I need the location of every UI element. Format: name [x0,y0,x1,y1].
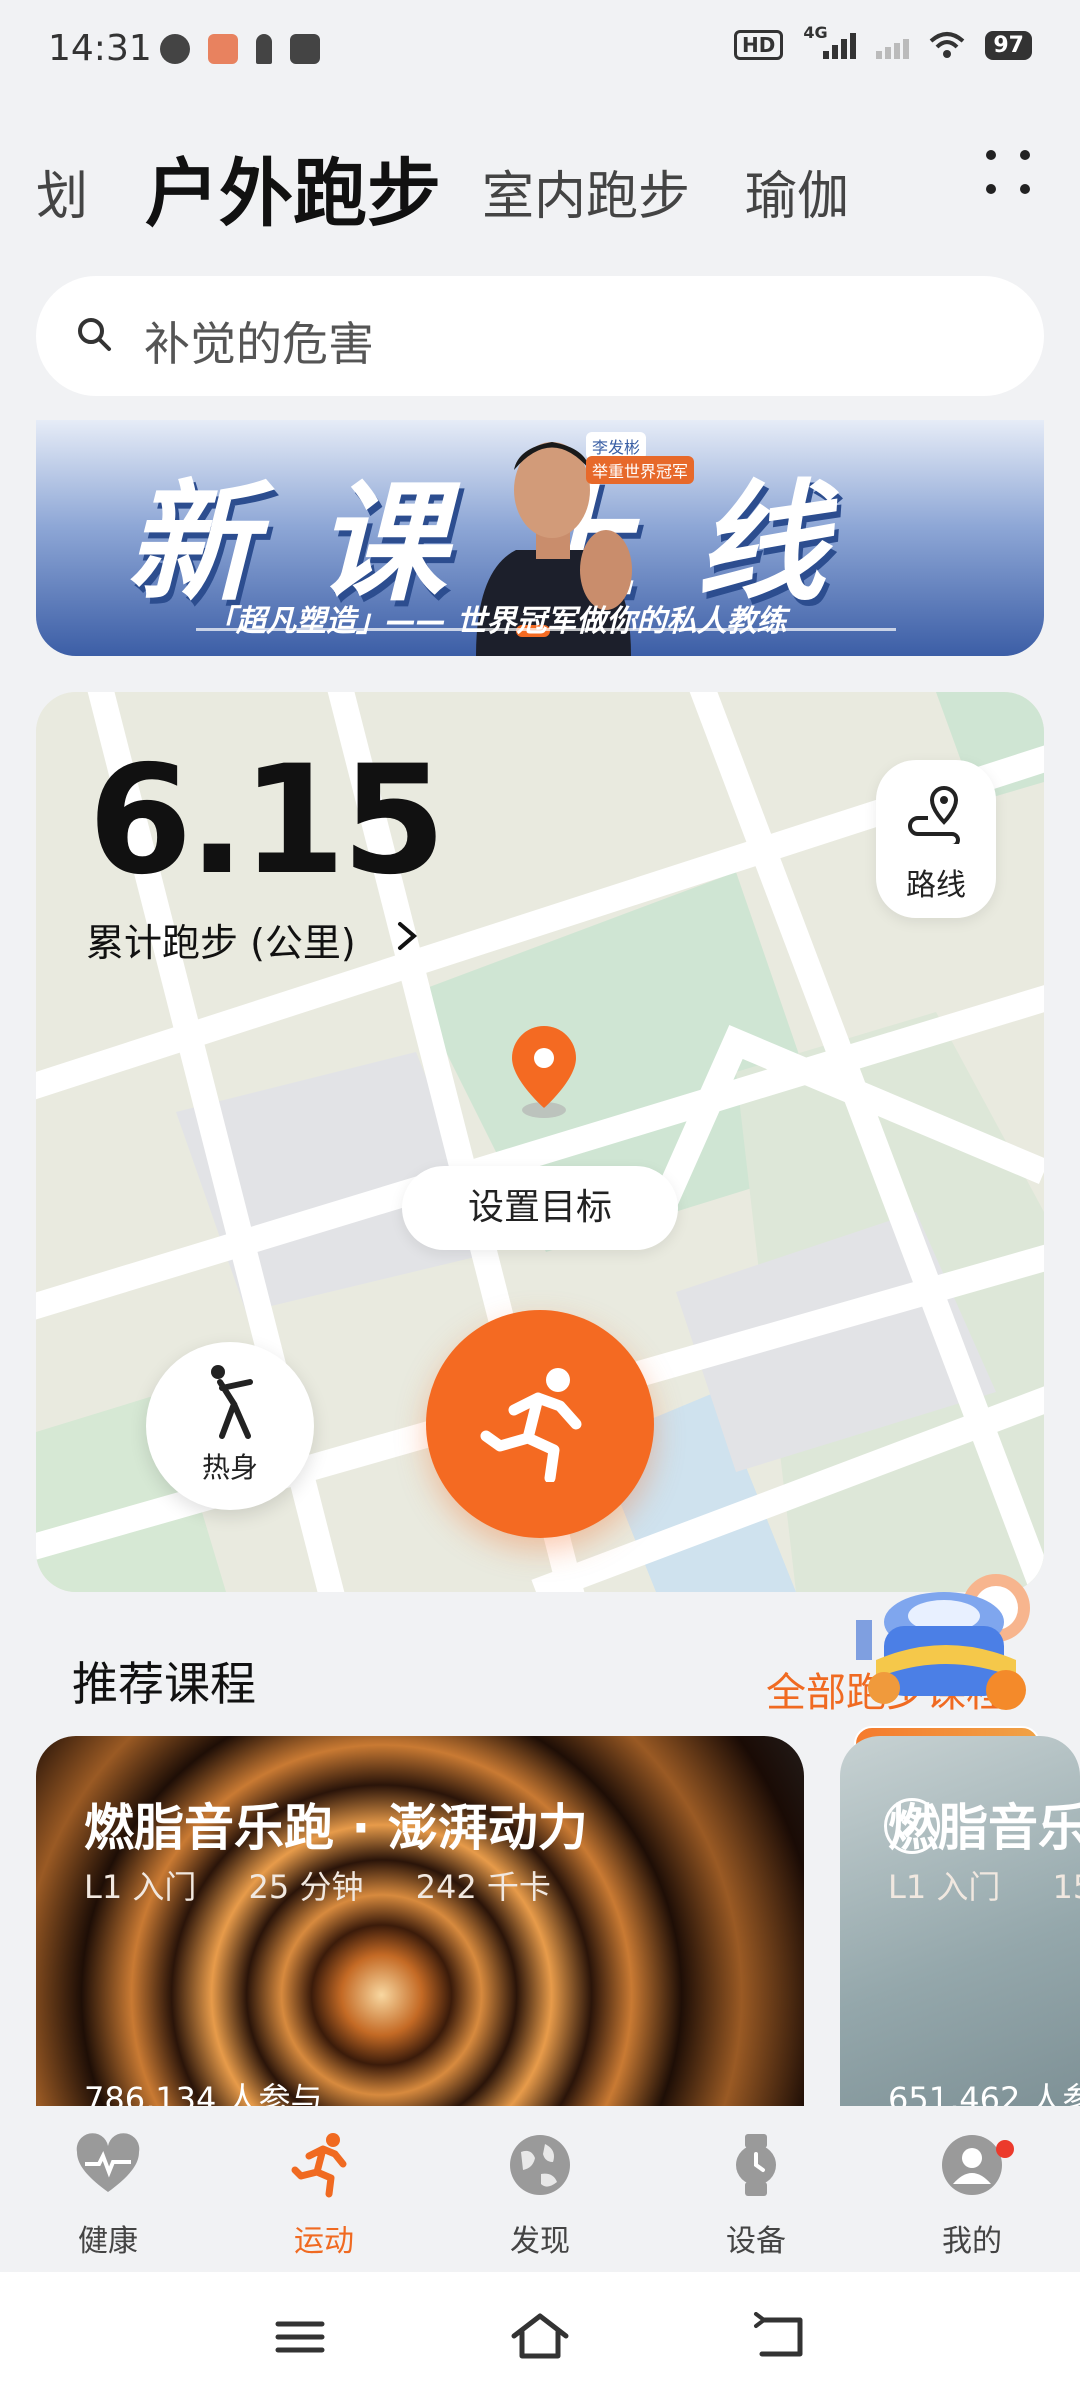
search-placeholder: 补觉的危害 [144,317,374,371]
status-bar: 14:31 HD 4G 97 [0,0,1080,100]
home-icon[interactable] [510,2312,570,2362]
tab-cycling[interactable]: 划 [36,154,88,229]
total-distance-label[interactable]: 累计跑步 (公里) [86,912,356,967]
health-notification-icon [208,34,238,64]
person-icon [942,2135,1002,2195]
stretching-icon [211,1365,253,1439]
course-name: 燃脂音乐跑 · 澎湃动力 [84,1799,588,1857]
network-generation: 4G [803,23,828,42]
notification-icons [160,34,320,64]
nav-me[interactable]: 我的 [902,2132,1042,2260]
tab-outdoor-running[interactable]: 户外跑步 [145,134,441,241]
bottom-navigation: 健康 运动 发现 设备 我的 [0,2108,1080,2272]
notification-dot [996,2140,1014,2158]
runner-icon [480,1368,582,1482]
start-run-button[interactable] [426,1310,654,1538]
keyhole-notification-icon [256,34,272,64]
globe-notification-icon [160,34,190,64]
nav-exercise[interactable]: 运动 [254,2132,394,2260]
promo-banner[interactable]: 新课上线 李发彬 举重世界冠军 「超凡塑造」—— 世界冠军做你的私人教练 [36,420,1044,656]
tab-indoor-running[interactable]: 室内跑步 [482,154,690,229]
course-card[interactable]: 燃脂音乐跑 · 澎湃动力 L1 入门 25 分钟 242 千卡 786,134 … [36,1736,804,2106]
warmup-button[interactable]: 热身 [146,1342,314,1510]
close-icon[interactable]: × [884,1798,940,1854]
coach-title: 举重世界冠军 [586,456,695,484]
course-level: L1 入门 [888,1868,1001,1906]
warmup-label: 热身 [201,1451,258,1484]
chevron-right-icon[interactable] [392,916,422,956]
heart-icon [76,2133,140,2192]
course-duration: 15 [1052,1868,1080,1906]
cellular-signal-icon: 4G [803,23,857,59]
course-meta: L1 入门 15 [888,1862,1080,1908]
course-level: L1 入门 [84,1868,197,1906]
app-notification-icon [290,34,320,64]
wifi-icon [930,32,965,58]
back-icon[interactable] [750,2312,810,2362]
banner-divider [196,628,896,631]
nav-label: 设备 [726,2224,786,2259]
nav-discover[interactable]: 发现 [470,2132,610,2260]
more-options-icon[interactable] [978,142,1038,202]
banner-subtitle: 「超凡塑造」—— 世界冠军做你的私人教练 [206,604,787,639]
system-navigation-bar [0,2272,1080,2400]
total-distance-value: 6.15 [88,734,446,908]
globe-icon [510,2135,570,2195]
tab-yoga[interactable]: 瑜伽 [745,154,849,229]
course-duration: 25 分钟 [248,1868,364,1906]
course-calories: 242 千卡 [415,1868,551,1906]
hd-voice-icon: HD [734,30,784,60]
nav-label: 我的 [942,2224,1002,2259]
nav-label: 运动 [294,2224,354,2259]
status-time: 14:31 [48,28,152,69]
menu-icon[interactable] [270,2312,330,2362]
runner-icon [291,2133,347,2198]
recommended-courses-title: 推荐课程 [72,1657,256,1711]
route-label: 路线 [906,868,966,903]
set-goal-button[interactable]: 设置目标 [402,1166,678,1250]
location-pin-icon [512,1026,576,1118]
nav-label: 发现 [510,2224,570,2259]
sport-tabs: 划 户外跑步 室内跑步 瑜伽 [0,120,1080,240]
course-card[interactable]: 燃脂音乐 × L1 入门 15 651,462 人参 [840,1736,1080,2106]
course-participants: 786,134 人参与 [84,2080,323,2106]
nav-health[interactable]: 健康 [38,2132,178,2260]
scale-icon [856,1574,1030,1710]
course-meta: L1 入门 25 分钟 242 千卡 [84,1862,593,1908]
search-icon [78,318,111,351]
running-map-card: 6.15 累计跑步 (公里) 路线 设置目标 热身 [36,692,1044,1592]
watch-icon [736,2134,776,2196]
nav-devices[interactable]: 设备 [686,2132,826,2260]
route-icon [908,785,960,844]
nav-label: 健康 [78,2224,138,2259]
search-bar[interactable]: 补觉的危害 [36,276,1044,396]
cellular-signal-2-icon [876,31,910,59]
course-participants: 651,462 人参 [888,2080,1080,2106]
route-button[interactable]: 路线 [876,760,996,918]
battery-icon: 97 [985,30,1032,60]
